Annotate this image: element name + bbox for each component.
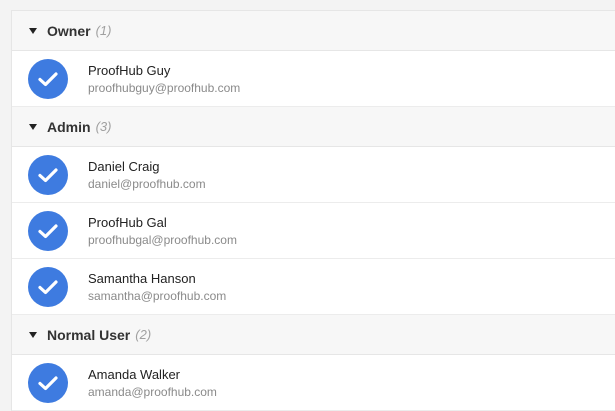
check-circle-icon[interactable] — [28, 154, 68, 195]
user-row[interactable]: Amanda Walker amanda@proofhub.com — [12, 355, 615, 411]
group-count: (2) — [135, 327, 152, 342]
group-header-admin[interactable]: Admin (3) — [12, 107, 615, 147]
user-info: ProofHub Guy proofhubguy@proofhub.com — [88, 62, 240, 96]
caret-down-icon[interactable] — [29, 27, 37, 34]
group-count: (3) — [95, 119, 112, 134]
user-info: Samantha Hanson samantha@proofhub.com — [88, 270, 226, 304]
user-name: Daniel Craig — [88, 158, 160, 174]
user-name: ProofHub Guy — [88, 62, 171, 78]
group-name: Normal User — [47, 326, 131, 343]
group-count: (1) — [95, 23, 112, 38]
user-info: ProofHub Gal proofhubgal@proofhub.com — [88, 214, 237, 248]
user-info: Amanda Walker amanda@proofhub.com — [88, 366, 217, 400]
check-circle-icon[interactable] — [28, 210, 68, 251]
group-header-owner[interactable]: Owner (1) — [12, 11, 615, 51]
user-row[interactable]: ProofHub Gal proofhubgal@proofhub.com — [12, 203, 615, 259]
check-circle-icon[interactable] — [28, 362, 68, 403]
user-group-list: Owner (1) ProofHub Guy proofhubguy@proof… — [11, 10, 615, 411]
user-row[interactable]: Daniel Craig daniel@proofhub.com — [12, 147, 615, 203]
user-email: proofhubgal@proofhub.com — [88, 232, 237, 247]
group-name: Admin — [47, 118, 91, 135]
user-row[interactable]: Samantha Hanson samantha@proofhub.com — [12, 259, 615, 315]
caret-down-icon[interactable] — [29, 123, 37, 130]
user-email: proofhubguy@proofhub.com — [88, 80, 241, 95]
caret-down-icon[interactable] — [29, 331, 37, 338]
user-email: samantha@proofhub.com — [88, 288, 227, 303]
user-name: Samantha Hanson — [88, 270, 196, 286]
group-header-normal-user[interactable]: Normal User (2) — [12, 315, 615, 355]
user-info: Daniel Craig daniel@proofhub.com — [88, 158, 206, 192]
user-name: ProofHub Gal — [88, 214, 167, 230]
user-email: daniel@proofhub.com — [88, 176, 206, 191]
user-email: amanda@proofhub.com — [88, 384, 217, 399]
check-circle-icon[interactable] — [28, 266, 68, 307]
check-circle-icon[interactable] — [28, 58, 68, 99]
user-name: Amanda Walker — [88, 366, 180, 382]
group-name: Owner — [47, 22, 91, 39]
user-row[interactable]: ProofHub Guy proofhubguy@proofhub.com — [12, 51, 615, 107]
